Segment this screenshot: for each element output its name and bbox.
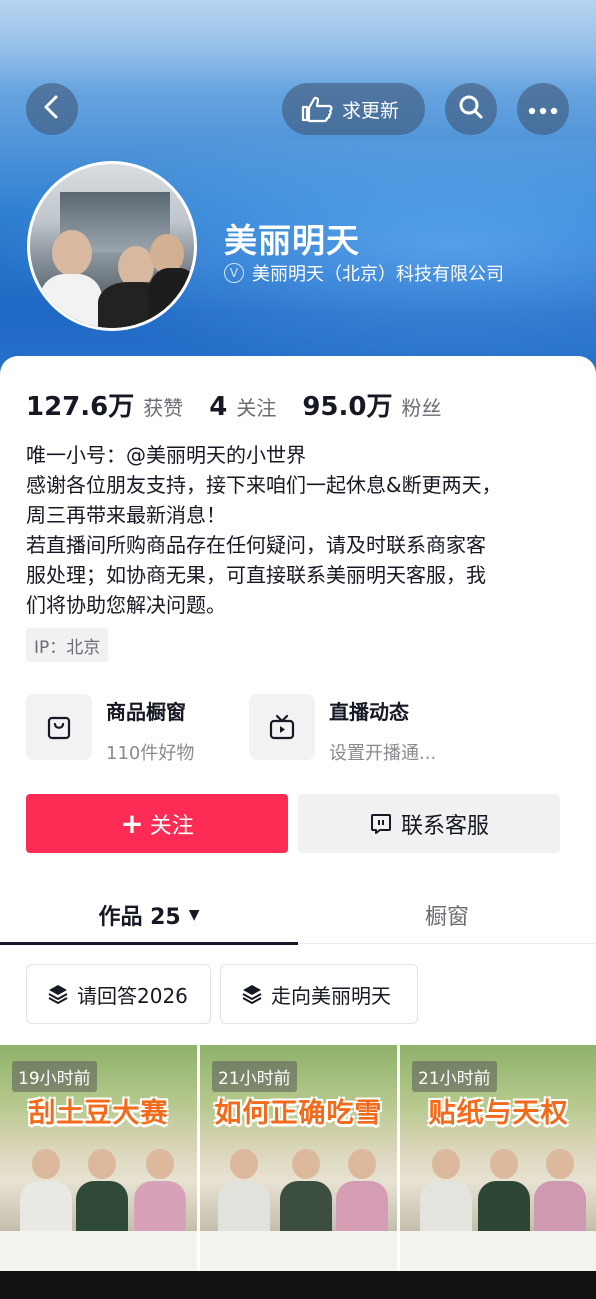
hand-point-icon	[300, 95, 334, 123]
stats-row: 127.6万 获赞 4 关注 95.0万 粉丝	[26, 386, 468, 423]
video-title: 如何正确吃雪	[214, 1098, 383, 1129]
follow-label: 关注	[149, 813, 194, 839]
back-icon	[41, 94, 63, 124]
likes-label: 获赞	[143, 396, 184, 420]
more-button[interactable]	[517, 83, 569, 135]
video-time: 21小时前	[412, 1061, 497, 1092]
shop-window-sub: 110件好物	[106, 743, 195, 764]
avatar[interactable]	[27, 161, 197, 331]
search-icon	[458, 94, 484, 124]
video-title: 刮土豆大赛	[28, 1098, 169, 1129]
followers-label[interactable]: 粉丝	[402, 392, 442, 421]
search-button[interactable]	[445, 83, 497, 135]
bio-line: 感谢各位朋友支持，接下来咱们一起休息&断更两天，	[26, 473, 502, 497]
shop-window-entry[interactable]: 商品橱窗 110件好物	[26, 694, 194, 765]
likes-count: 127.6万	[26, 392, 135, 422]
collection-chip[interactable]: 请回答2026	[26, 964, 211, 1024]
collection-chip[interactable]: 走向美丽明天	[220, 964, 418, 1024]
shop-window-title: 商品橱窗	[106, 700, 186, 724]
video-title: 贴纸与天权	[428, 1098, 569, 1129]
bio-line: 周三再带来最新消息！	[26, 503, 226, 527]
contact-service-button[interactable]: 联系客服	[298, 794, 560, 853]
live-updates-title: 直播动态	[329, 700, 409, 724]
bio-line: 唯一小号：@美丽明天的小世界	[26, 443, 306, 467]
verified-company: V 美丽明天（北京）科技有限公司	[224, 260, 504, 286]
chat-icon	[369, 812, 393, 836]
request-update-button[interactable]: 求更新	[282, 83, 425, 135]
video-thumbnail[interactable]: 19小时前 刮土豆大赛	[0, 1045, 197, 1271]
live-updates-sub: 设置开播通...	[329, 743, 437, 764]
bag-icon	[26, 694, 92, 760]
more-icon	[528, 100, 558, 119]
follow-button[interactable]: + 关注	[26, 794, 288, 853]
tv-icon	[249, 694, 315, 760]
tab-works-label: 作品 25	[98, 905, 181, 930]
plus-icon: +	[120, 806, 144, 840]
followers-count[interactable]: 95.0万	[302, 386, 392, 423]
video-thumbnail[interactable]: 21小时前 贴纸与天权	[400, 1045, 596, 1271]
bottom-bar	[0, 1271, 596, 1299]
video-thumbnail[interactable]: 21小时前 如何正确吃雪	[200, 1045, 397, 1271]
following-count[interactable]: 4	[209, 392, 227, 422]
back-button[interactable]	[26, 83, 78, 135]
tab-shop-label: 橱窗	[424, 905, 469, 930]
request-update-label: 求更新	[342, 99, 400, 122]
verified-text: 美丽明天（北京）科技有限公司	[252, 264, 504, 285]
bio-text: 唯一小号：@美丽明天的小世界 感谢各位朋友支持，接下来咱们一起休息&断更两天， …	[26, 440, 576, 620]
tab-works[interactable]: 作品 25 ▼	[0, 886, 298, 945]
bio-line: 服处理；如协商无果，可直接联系美丽明天客服，我	[26, 563, 486, 587]
video-time: 21小时前	[212, 1061, 297, 1092]
profile-name: 美丽明天	[224, 221, 360, 260]
live-updates-entry[interactable]: 直播动态 设置开播通...	[249, 694, 436, 765]
video-grid: 19小时前 刮土豆大赛 21小时前 如何正确吃雪 21小时前 贴纸与天权	[0, 1045, 596, 1271]
content-tabs: 作品 25 ▼ 橱窗	[0, 886, 596, 945]
tab-shop-window[interactable]: 橱窗	[298, 886, 596, 944]
bio-line: 们将协助您解决问题。	[26, 593, 226, 617]
bio-line: 若直播间所购商品存在任何疑问，请及时联系商家客	[26, 533, 486, 557]
caret-down-icon: ▼	[188, 907, 200, 923]
profile-card: 127.6万 获赞 4 关注 95.0万 粉丝 唯一小号：@美丽明天的小世界 感…	[0, 356, 596, 1299]
video-time: 19小时前	[12, 1061, 97, 1092]
verified-icon: V	[224, 263, 244, 283]
layers-icon	[47, 983, 69, 1005]
layers-icon	[241, 983, 263, 1005]
contact-label: 联系客服	[400, 813, 489, 839]
collection-label: 请回答2026	[77, 983, 188, 1008]
collection-label: 走向美丽明天	[271, 983, 391, 1008]
following-label[interactable]: 关注	[236, 392, 276, 421]
ip-location-tag: IP：北京	[26, 628, 109, 662]
